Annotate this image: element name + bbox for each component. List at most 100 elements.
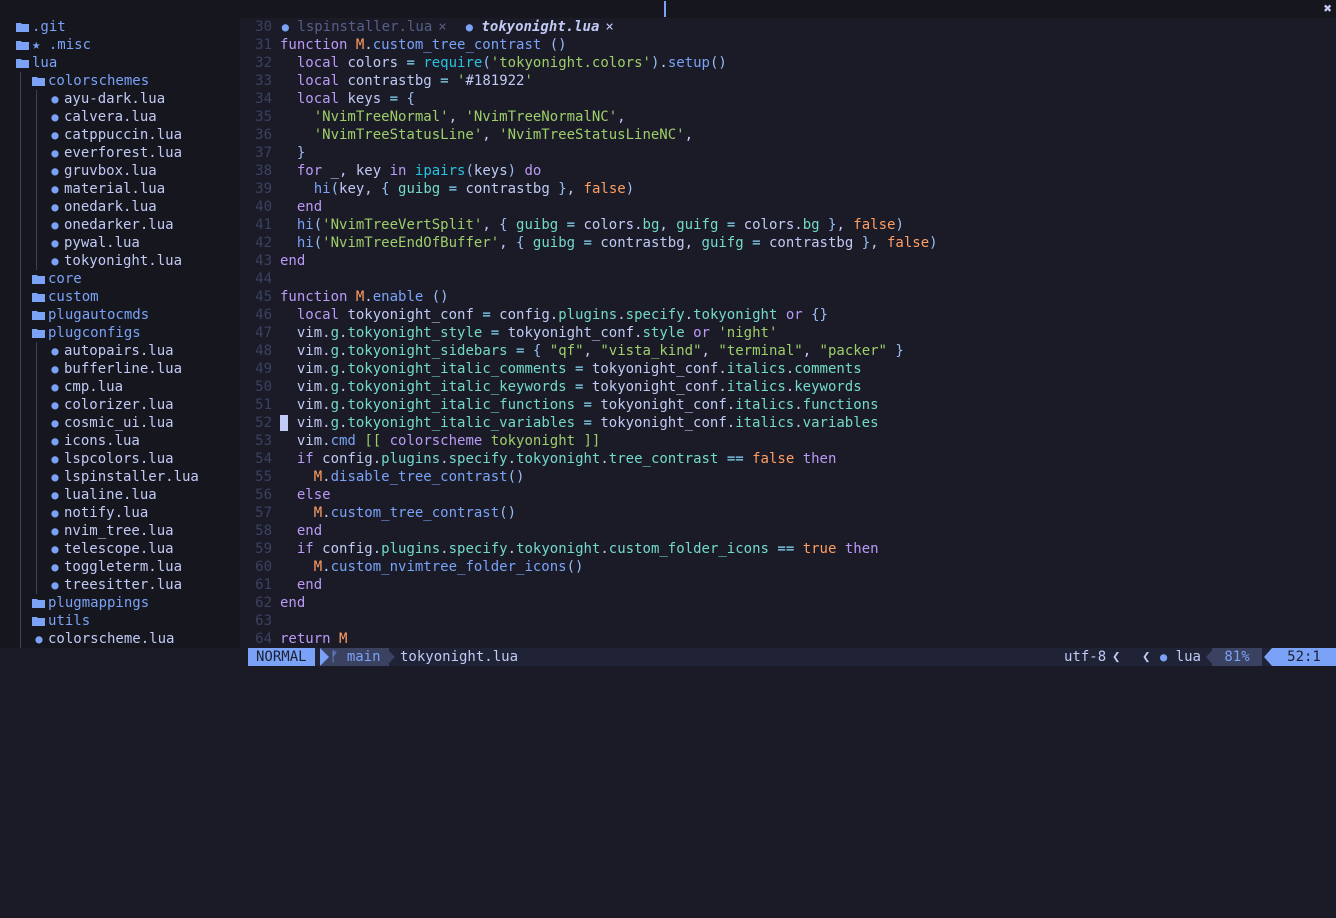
code-line[interactable]: 44 (240, 270, 1336, 288)
code-token: ( (482, 55, 491, 71)
code-line[interactable]: 53 vim.cmd [[ colorscheme tokyonight ]] (240, 432, 1336, 450)
code-line[interactable]: 50 vim.g.tokyonight_italic_keywords = to… (240, 378, 1336, 396)
code-line[interactable]: 57 M.custom_tree_contrast() (240, 504, 1336, 522)
code-line[interactable]: 54 if config.plugins.specify.tokyonight.… (240, 450, 1336, 468)
tree-file[interactable]: ● pywal.lua (0, 234, 240, 252)
code-line[interactable]: 36 'NvimTreeStatusLine', 'NvimTreeStatus… (240, 126, 1336, 144)
tree-folder[interactable]: custom (0, 288, 240, 306)
tree-file[interactable]: ● onedarker.lua (0, 216, 240, 234)
indent-guide (20, 468, 21, 486)
code-editor[interactable]: 30 31 function M.custom_tree_contrast () 32… (240, 18, 1336, 648)
tree-file[interactable]: ● notify.lua (0, 504, 240, 522)
code-line[interactable]: 64 return M (240, 630, 1336, 648)
code-token: , (659, 217, 677, 233)
tree-file[interactable]: ● onedark.lua (0, 198, 240, 216)
code-token: 'NvimTreeNormalNC' (465, 109, 618, 125)
tree-file[interactable]: ● nvim_tree.lua (0, 522, 240, 540)
code-line[interactable]: 43 end (240, 252, 1336, 270)
tree-file[interactable]: ● lspcolors.lua (0, 450, 240, 468)
code-token: () (431, 289, 449, 305)
code-line[interactable]: 45 function M.enable () (240, 288, 1336, 306)
code-token: , (684, 127, 694, 143)
tree-file[interactable]: ● bufferline.lua (0, 360, 240, 378)
code-line[interactable]: 56 else (240, 486, 1336, 504)
tree-item-label: pywal.lua (64, 235, 140, 251)
tree-file[interactable]: ● catppuccin.lua (0, 126, 240, 144)
code-line[interactable]: 32 local colors = require('tokyonight.co… (240, 54, 1336, 72)
code-token: function (280, 289, 356, 305)
code-line[interactable]: 46 local tokyonight_conf = config.plugin… (240, 306, 1336, 324)
code-line[interactable]: 49 vim.g.tokyonight_italic_comments = to… (240, 360, 1336, 378)
tree-item-label: lspcolors.lua (64, 451, 174, 467)
code-line[interactable]: 63 (240, 612, 1336, 630)
tree-folder[interactable]: utils (0, 612, 240, 630)
code-token: tokyonight_italic_comments (347, 361, 567, 377)
code-text: vim.cmd [[ colorscheme tokyonight ]] (280, 432, 601, 450)
code-line[interactable]: 37 } (240, 144, 1336, 162)
code-line[interactable]: 48 vim.g.tokyonight_sidebars = { "qf", "… (240, 342, 1336, 360)
tree-file[interactable]: ● ayu-dark.lua (0, 90, 240, 108)
code-token: guifg (676, 217, 719, 233)
tree-folder[interactable]: colorschemes (0, 72, 240, 90)
code-line[interactable]: 30 (240, 18, 1336, 36)
tree-file[interactable]: ● material.lua (0, 180, 240, 198)
tree-file[interactable]: ● everforest.lua (0, 144, 240, 162)
code-text: return M (280, 630, 347, 648)
tree-file[interactable]: ● lualine.lua (0, 486, 240, 504)
tree-file[interactable]: ● gruvbox.lua (0, 162, 240, 180)
code-line[interactable]: 51 vim.g. tokyonight_italic_functions = t… (240, 396, 1336, 414)
close-all-icon[interactable]: ✖ (1324, 0, 1332, 18)
code-token: , (701, 343, 719, 359)
code-line[interactable]: 60 M.custom_nvimtree_folder_icons() (240, 558, 1336, 576)
tree-folder[interactable]: plugmappings (0, 594, 240, 612)
tree-folder[interactable]: .git (0, 18, 240, 36)
tree-folder[interactable]: ★ .misc (0, 36, 240, 54)
indent-guide (20, 630, 21, 648)
lua-file-icon: ● (51, 452, 59, 466)
code-line[interactable]: 52 vim.g. tokyonight_italic_variables = t… (240, 414, 1336, 432)
command-line[interactable] (0, 666, 1336, 700)
code-line[interactable]: 59 if config.plugins.specify.tokyonight.… (240, 540, 1336, 558)
tree-file[interactable]: ● lspinstaller.lua (0, 468, 240, 486)
code-line[interactable]: 58 end (240, 522, 1336, 540)
code-token: tokyonight_sidebars (347, 343, 508, 359)
code-token: . (322, 505, 331, 521)
tab-tokyonight[interactable]: ● tokyonight.lua × (432, 0, 614, 35)
code-line[interactable]: 31 function M.custom_tree_contrast () (240, 36, 1336, 54)
tree-file[interactable]: ● colorizer.lua (0, 396, 240, 414)
tree-file[interactable]: ● tokyonight.lua (0, 252, 240, 270)
code-line[interactable]: 40 end (240, 198, 1336, 216)
code-line[interactable]: 33 local contrastbg = '#181922' (240, 72, 1336, 90)
code-line[interactable]: 62 end (240, 594, 1336, 612)
code-token: #181922 (465, 73, 525, 89)
code-line[interactable]: 41 hi('NvimTreeVertSplit', { guibg = col… (240, 216, 1336, 234)
code-line[interactable]: 42 hi('NvimTreeEndOfBuffer', { guibg = c… (240, 234, 1336, 252)
tree-file[interactable]: ● cosmic_ui.lua (0, 414, 240, 432)
code-line[interactable]: 61 end (240, 576, 1336, 594)
tree-folder[interactable]: plugconfigs (0, 324, 240, 342)
code-line[interactable]: 39 hi(key, { guibg = contrastbg }, false… (240, 180, 1336, 198)
tree-file[interactable]: ● colorscheme.lua (0, 630, 240, 648)
code-line[interactable]: 38 for _, key in ipairs(keys) do (240, 162, 1336, 180)
tree-folder[interactable]: plugautocmds (0, 306, 240, 324)
code-line[interactable]: 47 vim.g.tokyonight_style = tokyonight_c… (240, 324, 1336, 342)
tree-folder[interactable]: lua (0, 54, 240, 72)
code-line[interactable]: 35 'NvimTreeNormal', 'NvimTreeNormalNC', (240, 108, 1336, 126)
tree-file[interactable]: ● treesitter.lua (0, 576, 240, 594)
indent-guide (20, 540, 21, 558)
tree-folder[interactable]: core (0, 270, 240, 288)
tree-file[interactable]: ● toggleterm.lua (0, 558, 240, 576)
code-token: . (364, 289, 373, 305)
tree-file[interactable]: ● calvera.lua (0, 108, 240, 126)
tree-file[interactable]: ● cmp.lua (0, 378, 240, 396)
code-text: else (280, 486, 331, 504)
tree-file[interactable]: ● icons.lua (0, 432, 240, 450)
code-line[interactable]: 55 M.disable_tree_contrast() (240, 468, 1336, 486)
code-token: function (280, 37, 356, 53)
code-line[interactable]: 34 local keys = { (240, 90, 1336, 108)
tree-file[interactable]: ● telescope.lua (0, 540, 240, 558)
code-token: , (448, 109, 466, 125)
tree-file[interactable]: ● autopairs.lua (0, 342, 240, 360)
tab-lspinstaller[interactable]: ● lspinstaller.lua × (248, 0, 447, 35)
